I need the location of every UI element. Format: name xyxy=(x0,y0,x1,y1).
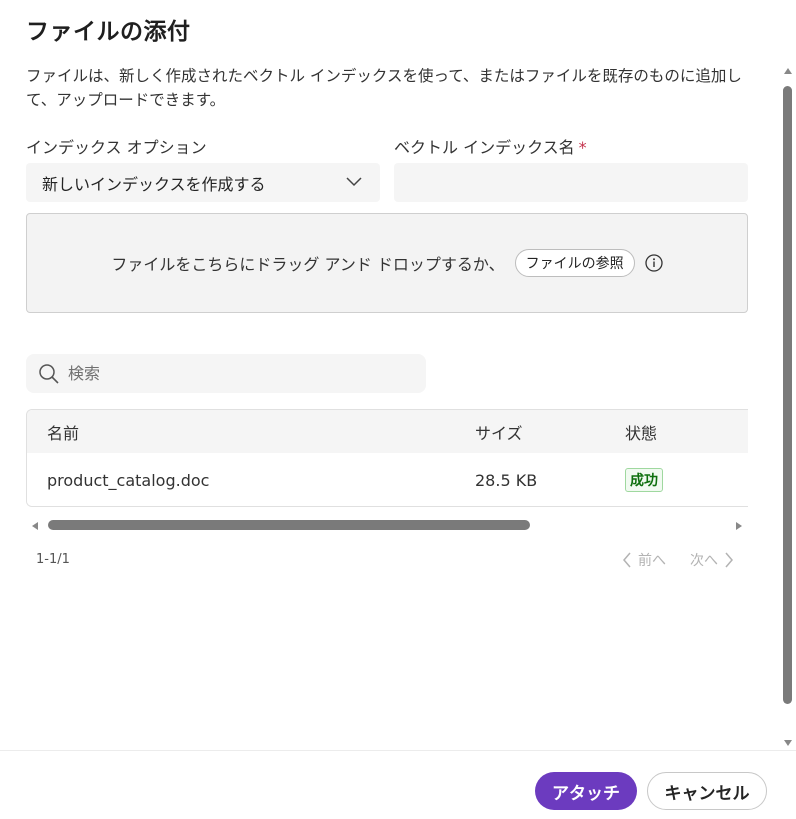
dialog-description: ファイルは、新しく作成されたベクトル インデックスを使って、またはファイルを既存… xyxy=(26,67,742,109)
next-page-button[interactable]: 次へ xyxy=(690,550,734,570)
column-header-name[interactable]: 名前 xyxy=(47,420,79,444)
index-option-select[interactable]: 新しいインデックスを作成する xyxy=(26,163,380,202)
scroll-left-icon[interactable] xyxy=(32,522,38,530)
horizontal-scroll-thumb[interactable] xyxy=(48,520,530,530)
chevron-down-icon xyxy=(346,177,362,187)
info-icon[interactable] xyxy=(644,254,663,272)
index-name-label-text: ベクトル インデックス名 xyxy=(394,138,575,157)
index-name-input[interactable] xyxy=(394,163,748,202)
search-box[interactable] xyxy=(26,354,426,393)
scroll-right-icon[interactable] xyxy=(736,522,742,530)
browse-files-button[interactable]: ファイルの参照 xyxy=(514,249,635,277)
index-option-value: 新しいインデックスを作成する xyxy=(42,174,266,194)
dropzone-text: ファイルをこちらにドラッグ アンド ドロップするか、 xyxy=(111,255,505,274)
scroll-up-icon[interactable] xyxy=(784,68,792,74)
column-header-status[interactable]: 状態 xyxy=(625,420,657,444)
status-cell: 成功 xyxy=(625,468,663,492)
index-name-label: ベクトル インデックス名 * xyxy=(394,134,587,158)
next-page-label: 次へ xyxy=(690,553,718,569)
attach-button[interactable]: アタッチ xyxy=(535,772,637,810)
status-badge: 成功 xyxy=(625,468,663,492)
dialog-footer: アタッチ キャンセル xyxy=(0,750,796,819)
file-size-cell: 28.5 KB xyxy=(475,470,538,490)
chevron-right-icon xyxy=(725,552,733,568)
cancel-button[interactable]: キャンセル xyxy=(647,772,767,810)
vertical-scrollbar[interactable] xyxy=(780,64,796,750)
table-row[interactable]: product_catalog.doc 28.5 KB 成功 xyxy=(27,453,748,506)
prev-page-button[interactable]: 前へ xyxy=(622,550,666,570)
vertical-scroll-thumb[interactable] xyxy=(783,86,792,704)
dialog-title: ファイルの添付 xyxy=(26,19,191,45)
horizontal-scrollbar[interactable] xyxy=(26,518,748,534)
chevron-left-icon xyxy=(623,552,631,568)
index-option-label-text: インデックス オプション xyxy=(26,138,207,157)
file-dropzone[interactable]: ファイルをこちらにドラッグ アンド ドロップするか、 ファイルの参照 xyxy=(26,213,748,313)
table-header: 名前 サイズ 状態 xyxy=(27,410,748,453)
column-header-size[interactable]: サイズ xyxy=(475,420,523,444)
files-table: 名前 サイズ 状態 product_catalog.doc 28.5 KB 成功 xyxy=(26,409,748,507)
file-name-cell: product_catalog.doc xyxy=(47,470,210,490)
scroll-down-icon[interactable] xyxy=(784,740,792,746)
index-option-label: インデックス オプション xyxy=(26,134,207,158)
search-icon xyxy=(39,363,59,384)
required-mark: * xyxy=(578,138,587,157)
search-input[interactable] xyxy=(68,364,408,383)
pagination-nav: 前へ 次へ xyxy=(622,550,734,570)
prev-page-label: 前へ xyxy=(638,553,666,569)
pagination-count: 1-1/1 xyxy=(36,552,70,567)
